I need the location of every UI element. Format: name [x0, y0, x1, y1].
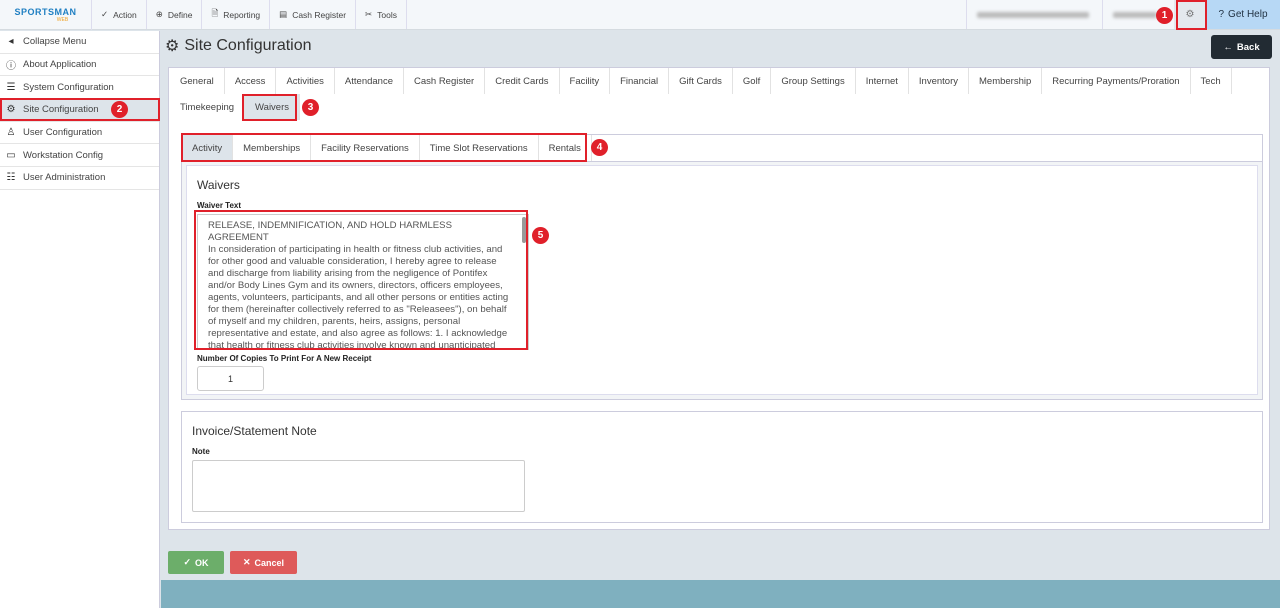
- arrow-left-icon: ←: [1223, 41, 1233, 53]
- annotation-box: [242, 94, 297, 121]
- tab-membership[interactable]: Membership: [969, 68, 1043, 94]
- tab-financial[interactable]: Financial: [610, 68, 670, 94]
- check-icon: ✓: [101, 9, 109, 19]
- sidebar-item-system-configuration[interactable]: ☰ System Configuration: [0, 76, 159, 100]
- ok-button[interactable]: ✓ OK: [168, 551, 224, 574]
- tab-cash-register[interactable]: Cash Register: [404, 68, 486, 94]
- annotation-badge: 4: [591, 139, 608, 156]
- page-title: ⚙ Site Configuration: [165, 37, 312, 55]
- tab-tech[interactable]: Tech: [1191, 68, 1232, 94]
- tab-access[interactable]: Access: [225, 68, 277, 94]
- tab-credit-cards[interactable]: Credit Cards: [485, 68, 560, 94]
- menu-define[interactable]: ⊕ Define: [147, 0, 203, 29]
- tab-facility[interactable]: Facility: [560, 68, 611, 94]
- tab-golf[interactable]: Golf: [733, 68, 772, 94]
- waiver-text-label: Waiver Text: [197, 201, 242, 210]
- annotation-box: [181, 133, 587, 162]
- annotation-box: [194, 210, 528, 350]
- tab-timekeeping[interactable]: Timekeeping: [170, 94, 246, 120]
- cancel-button[interactable]: ✕ Cancel: [230, 551, 297, 574]
- invoice-note-section: Invoice/Statement Note Note: [181, 411, 1263, 523]
- document-icon: 🗎: [211, 7, 219, 18]
- annotation-badge: 2: [111, 101, 128, 118]
- menu-reporting[interactable]: 🗎 Reporting: [202, 0, 271, 29]
- sidebar-item-user-administration[interactable]: ☷ User Administration: [0, 167, 159, 190]
- sidebar-item-workstation-config[interactable]: ▭ Workstation Config: [0, 144, 159, 168]
- tab-attendance[interactable]: Attendance: [335, 68, 404, 94]
- back-button[interactable]: ← Back: [1211, 35, 1272, 59]
- question-icon: ?: [1218, 9, 1225, 20]
- monitor-icon: ▭: [6, 149, 16, 161]
- section-heading: Invoice/Statement Note: [192, 424, 317, 438]
- footer-bar: [161, 580, 1280, 608]
- tab-group-settings[interactable]: Group Settings: [771, 68, 856, 94]
- menu-tools[interactable]: ✂ Tools: [356, 0, 408, 29]
- copies-value: 1: [227, 373, 233, 384]
- get-help-button[interactable]: ? Get Help: [1206, 0, 1280, 29]
- config-tabs: General Access Activities Attendance Cash Re…: [169, 68, 1269, 120]
- register-icon: ▤: [279, 9, 288, 19]
- note-textarea[interactable]: [192, 460, 525, 512]
- tab-activities[interactable]: Activities: [276, 68, 335, 94]
- tab-inventory[interactable]: Inventory: [909, 68, 969, 94]
- tab-internet[interactable]: Internet: [856, 68, 909, 94]
- note-label: Note: [192, 447, 210, 456]
- section-heading: Waivers: [197, 178, 240, 192]
- sidebar-item-about[interactable]: ⓘ About Application: [0, 54, 159, 77]
- tab-gift-cards[interactable]: Gift Cards: [669, 68, 733, 94]
- logo[interactable]: SPORTSMAN WEB: [0, 0, 92, 30]
- gears-icon: ⚙: [165, 38, 180, 55]
- user-gear-icon: ♙: [6, 127, 16, 139]
- copies-input[interactable]: 1: [197, 366, 264, 391]
- blurred-site-info: [966, 0, 1102, 29]
- tools-icon: ✂: [365, 9, 373, 19]
- menu-action[interactable]: ✓ Action: [92, 0, 147, 29]
- annotation-box: [1176, 0, 1207, 30]
- x-icon: ✕: [242, 557, 251, 567]
- menu-cash-register[interactable]: ▤ Cash Register: [270, 0, 357, 29]
- sidebar-item-collapse-menu[interactable]: ◂ Collapse Menu: [0, 31, 159, 54]
- tab-recurring-payments-proration[interactable]: Recurring Payments/Proration: [1042, 68, 1191, 94]
- plus-circle-icon: ⊕: [155, 9, 163, 19]
- users-icon: ☷: [6, 172, 16, 184]
- check-icon: ✓: [183, 557, 192, 567]
- tab-general[interactable]: General: [170, 68, 225, 94]
- annotation-badge: 5: [532, 227, 549, 244]
- info-icon: ⓘ: [6, 61, 16, 73]
- copies-label: Number Of Copies To Print For A New Rece…: [197, 354, 372, 363]
- sidebar-item-user-configuration[interactable]: ♙ User Configuration: [0, 122, 159, 145]
- annotation-badge: 3: [302, 99, 319, 116]
- top-bar: SPORTSMAN WEB ✓ Action ⊕ Define 🗎 Reporting …: [0, 0, 1280, 30]
- annotation-box: [0, 98, 160, 121]
- server-icon: ☰: [6, 81, 16, 93]
- annotation-badge: 1: [1156, 7, 1173, 24]
- collapse-icon: ◂: [8, 36, 14, 48]
